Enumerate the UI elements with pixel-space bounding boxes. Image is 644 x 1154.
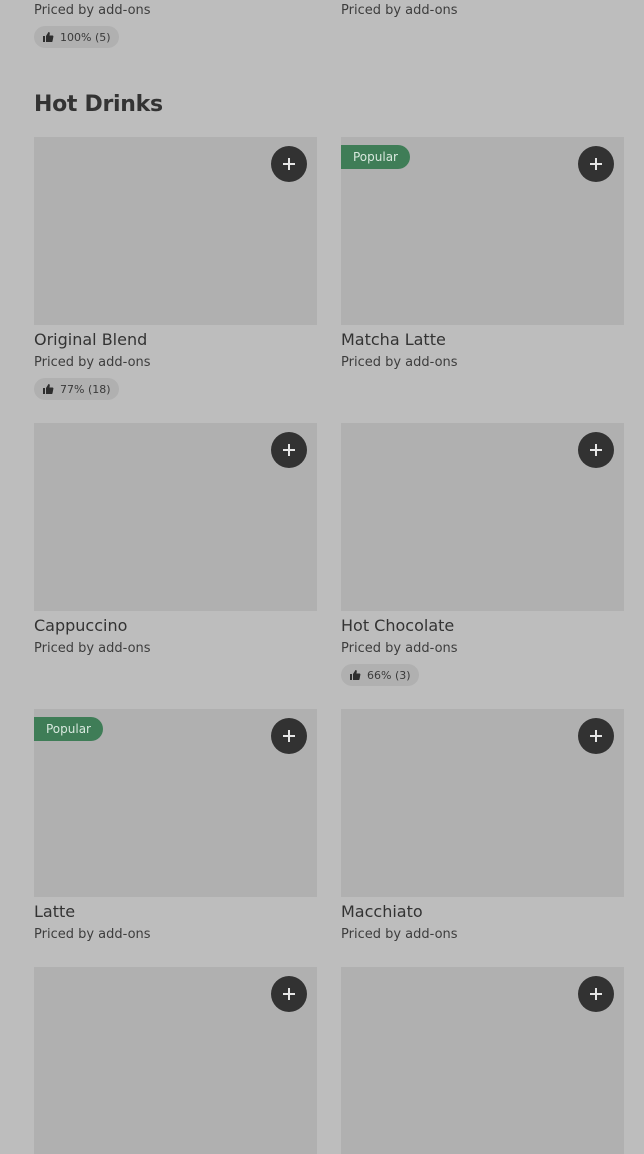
thumbs-up-icon bbox=[43, 32, 54, 42]
product-name: Matcha Latte bbox=[341, 330, 446, 349]
thumbs-up-icon bbox=[43, 384, 54, 394]
previous-item-right[interactable]: Priced by add-ons bbox=[341, 0, 458, 22]
product-name: Original Blend bbox=[34, 330, 148, 349]
product-image bbox=[34, 423, 317, 611]
product-name: Macchiato bbox=[341, 902, 423, 921]
item-price: Priced by add-ons bbox=[34, 3, 151, 18]
plus-icon bbox=[590, 158, 602, 170]
rating-text: 77% (18) bbox=[60, 382, 111, 396]
plus-icon bbox=[283, 158, 295, 170]
plus-icon bbox=[590, 988, 602, 1000]
item-price: Priced by add-ons bbox=[341, 641, 458, 656]
product-card[interactable] bbox=[341, 967, 624, 1154]
product-image bbox=[341, 967, 624, 1154]
product-card[interactable] bbox=[34, 967, 317, 1154]
plus-icon bbox=[283, 988, 295, 1000]
product-image bbox=[341, 423, 624, 611]
product-card[interactable]: Hot Chocolate Priced by add-ons 66% (3) bbox=[341, 423, 624, 709]
product-grid: Original Blend Priced by add-ons 77% (18… bbox=[34, 137, 624, 1154]
plus-icon bbox=[283, 730, 295, 742]
plus-icon bbox=[590, 730, 602, 742]
item-price: Priced by add-ons bbox=[34, 355, 151, 370]
product-card[interactable]: Macchiato Priced by add-ons bbox=[341, 709, 624, 967]
rating-badge: 77% (18) bbox=[34, 378, 119, 400]
product-name: Latte bbox=[34, 902, 76, 921]
item-price: Priced by add-ons bbox=[341, 3, 458, 18]
product-name: Cappuccino bbox=[34, 616, 128, 635]
popular-badge: Popular bbox=[34, 717, 103, 741]
rating-badge: 100% (5) bbox=[34, 26, 119, 48]
item-price: Priced by add-ons bbox=[341, 927, 458, 942]
section-title: Hot Drinks bbox=[34, 92, 163, 117]
add-item-button[interactable] bbox=[271, 718, 307, 754]
item-price: Priced by add-ons bbox=[34, 641, 151, 656]
previous-item-left[interactable]: Priced by add-ons 100% (5) bbox=[34, 0, 151, 48]
rating-text: 100% (5) bbox=[60, 30, 111, 44]
menu-page: Priced by add-ons 100% (5) Priced by add… bbox=[0, 0, 644, 1154]
product-image: Popular bbox=[34, 709, 317, 897]
item-price: Priced by add-ons bbox=[34, 927, 151, 942]
product-image bbox=[34, 137, 317, 325]
item-price: Priced by add-ons bbox=[341, 355, 458, 370]
product-card[interactable]: Cappuccino Priced by add-ons bbox=[34, 423, 317, 709]
add-item-button[interactable] bbox=[578, 976, 614, 1012]
add-item-button[interactable] bbox=[578, 432, 614, 468]
plus-icon bbox=[283, 444, 295, 456]
rating-text: 66% (3) bbox=[367, 668, 411, 682]
product-image: Popular bbox=[341, 137, 624, 325]
product-card[interactable]: Popular Matcha Latte Priced by add-ons bbox=[341, 137, 624, 423]
popular-badge: Popular bbox=[341, 145, 410, 169]
plus-icon bbox=[590, 444, 602, 456]
product-name: Hot Chocolate bbox=[341, 616, 455, 635]
product-card[interactable]: Original Blend Priced by add-ons 77% (18… bbox=[34, 137, 317, 423]
add-item-button[interactable] bbox=[271, 976, 307, 1012]
product-image bbox=[341, 709, 624, 897]
add-item-button[interactable] bbox=[271, 432, 307, 468]
add-item-button[interactable] bbox=[271, 146, 307, 182]
product-card[interactable]: Popular Latte Priced by add-ons bbox=[34, 709, 317, 967]
product-image bbox=[34, 967, 317, 1154]
rating-badge: 66% (3) bbox=[341, 664, 419, 686]
thumbs-up-icon bbox=[350, 670, 361, 680]
add-item-button[interactable] bbox=[578, 146, 614, 182]
add-item-button[interactable] bbox=[578, 718, 614, 754]
